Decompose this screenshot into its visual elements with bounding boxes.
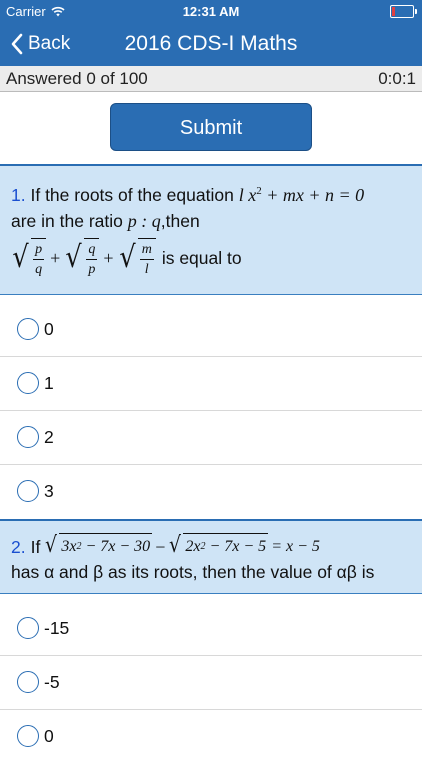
option-label: 2	[44, 427, 54, 447]
sqrt-m-over-l: √ ml	[118, 238, 156, 278]
sqrt-expression-2: √ 2x 2 − 7x − 5	[169, 533, 269, 558]
option-label: 0	[44, 319, 54, 339]
radio-button[interactable]	[17, 480, 39, 502]
question-2: 2. If √ 3x 2 − 7x − 30 − √ 2x 2 − 7x − 5 = x…	[0, 519, 422, 594]
option-q1-b[interactable]: 1	[0, 357, 422, 411]
option-q2-c[interactable]: 0	[0, 710, 422, 764]
status-time: 12:31 AM	[182, 4, 240, 19]
question-text: If	[30, 536, 41, 557]
page-title: 2016 CDS-I Maths	[124, 32, 298, 55]
option-q2-a[interactable]: -15	[0, 602, 422, 656]
radio-button[interactable]	[17, 372, 39, 394]
question-text: is equal to	[161, 248, 242, 268]
question-text: are in the ratio	[11, 211, 123, 231]
option-label: 0	[44, 726, 54, 746]
equation-formula: l x2 + mx + n = 0	[238, 185, 365, 205]
option-label: 1	[44, 373, 54, 393]
sqrt-q-over-p: √ qp	[64, 238, 100, 278]
elapsed-timer: 0:0:1	[378, 69, 416, 88]
status-bar: Carrier 12:31 AM	[0, 0, 422, 22]
radio-button[interactable]	[17, 617, 39, 639]
question-number: 1.	[11, 185, 26, 205]
question-text: ,then	[160, 211, 200, 231]
question-1-line-1: 1. If the roots of the equation l x2 + m…	[11, 178, 414, 208]
question-2-line-1: 2. If √ 3x 2 − 7x − 30 − √ 2x 2 − 7x − 5 = x…	[11, 533, 320, 558]
question-1-line-3: √ pq + √ qp + √ ml is equal to	[11, 238, 242, 278]
question-number: 2.	[11, 536, 26, 557]
ratio-formula: p : q	[127, 211, 161, 231]
submit-area: Submit	[0, 92, 422, 164]
question-text: has α and β as its roots, then the value…	[11, 562, 375, 582]
option-q1-a[interactable]: 0	[0, 303, 422, 357]
option-q1-d[interactable]: 3	[0, 465, 422, 519]
question-2-line-2: has α and β as its roots, then the value…	[11, 559, 414, 585]
answered-count: Answered 0 of 100	[6, 69, 148, 88]
submit-button[interactable]: Submit	[110, 103, 312, 151]
sqrt-expression-1: √ 3x 2 − 7x − 30	[45, 533, 153, 558]
nav-bar: Back 2016 CDS-I Maths	[0, 22, 422, 66]
question-1: 1. If the roots of the equation l x2 + m…	[0, 164, 422, 295]
option-q1-c[interactable]: 2	[0, 411, 422, 465]
option-label: 3	[44, 481, 54, 501]
radio-button[interactable]	[17, 318, 39, 340]
option-label: -5	[44, 672, 60, 692]
radio-button[interactable]	[17, 725, 39, 747]
option-q2-b[interactable]: -5	[0, 656, 422, 710]
equation-rhs: = x − 5	[271, 537, 320, 555]
radio-button[interactable]	[17, 426, 39, 448]
progress-bar: Answered 0 of 100 0:0:1	[0, 66, 422, 92]
radio-button[interactable]	[17, 671, 39, 693]
question-1-line-2: are in the ratio p : q,then	[11, 208, 414, 234]
option-label: -15	[44, 618, 70, 638]
question-text: If the roots of the equation	[30, 185, 234, 205]
sqrt-p-over-q: √ pq	[11, 238, 47, 278]
battery-icon	[390, 5, 417, 18]
